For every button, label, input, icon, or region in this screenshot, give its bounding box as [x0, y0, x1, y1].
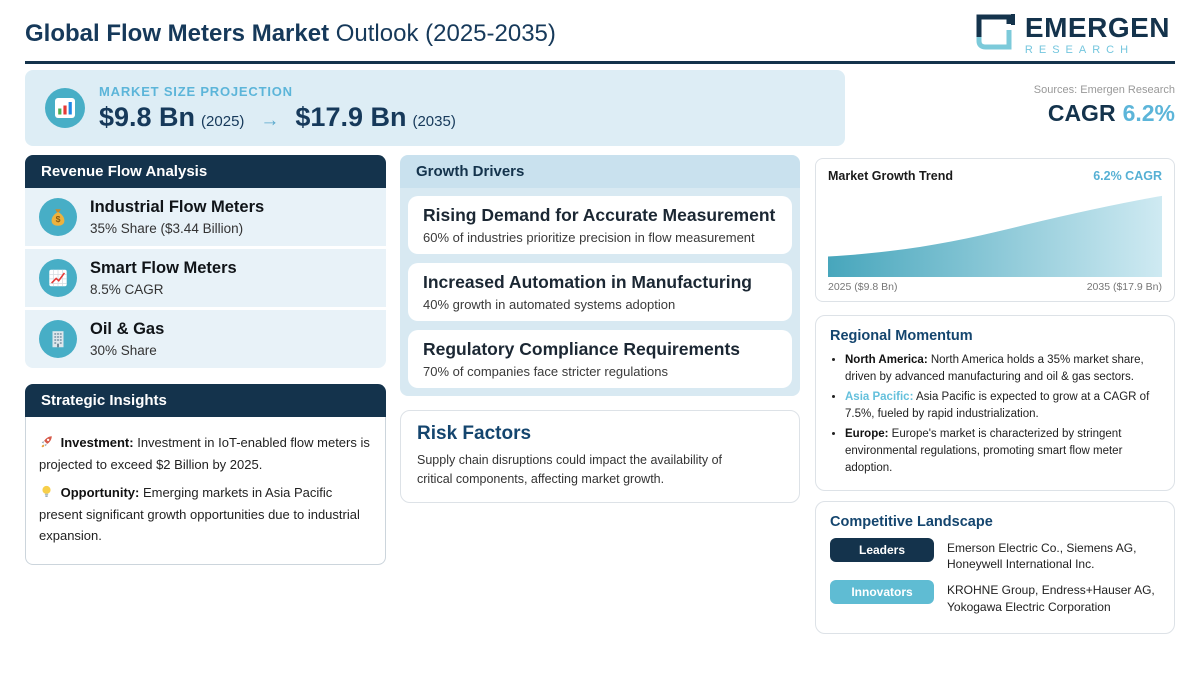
- logo-text: EMERGEN RESEARCH: [1024, 11, 1170, 56]
- emergen-research-logo: EMERGEN RESEARCH: [970, 8, 1170, 61]
- list-item: Investment: Investment in IoT-enabled fl…: [39, 433, 372, 475]
- insight-label: Investment:: [60, 435, 134, 450]
- insight-label: Opportunity:: [60, 485, 140, 501]
- risk-factors-text: Supply chain disruptions could impact th…: [417, 453, 723, 487]
- logo-subtitle: RESEARCH: [1024, 43, 1135, 56]
- trend-header: Market Growth Trend 6.2% CAGR: [828, 169, 1162, 183]
- regional-list: North America: North America holds a 35%…: [830, 352, 1160, 477]
- regional-momentum-card: Regional Momentum North America: North A…: [815, 315, 1175, 492]
- list-item: Europe: Europe's market is characterized…: [845, 426, 1160, 477]
- region-label: Europe:: [845, 428, 889, 441]
- market-size-banner: MARKET SIZE PROJECTION $9.8 Bn (2025) → …: [25, 70, 845, 146]
- revenue-item-subtitle: 8.5% CAGR: [90, 281, 164, 297]
- building-icon: [39, 320, 77, 358]
- list-item: North America: North America holds a 35%…: [845, 352, 1160, 386]
- trend-title: Market Growth Trend: [828, 169, 954, 183]
- arrow-right-icon: →: [260, 109, 280, 131]
- cagr-value: 6.2%: [1122, 100, 1175, 126]
- strategic-panel-header: Strategic Insights: [25, 384, 386, 417]
- revenue-item-text: Oil & Gas 30% Share: [90, 320, 164, 358]
- strategic-insights-panel: Strategic Insights Investment: Investmen…: [25, 384, 386, 565]
- svg-text:$: $: [56, 214, 61, 224]
- growth-driver-subtitle: 40% growth in automated systems adoption: [423, 297, 676, 312]
- page-title-main: Global Flow Meters Market: [25, 20, 330, 47]
- revenue-item-subtitle: 30% Share: [90, 342, 157, 358]
- list-item: Leaders Emerson Electric Co., Siemens AG…: [830, 538, 1160, 572]
- year-2035: (2035): [412, 112, 456, 130]
- leaders-badge: Leaders: [830, 538, 934, 563]
- list-item: Smart Flow Meters 8.5% CAGR: [25, 249, 386, 307]
- page-title-sub: Outlook (2025-2035): [329, 20, 556, 47]
- revenue-flow-analysis-panel: Revenue Flow Analysis $ Industrial Flow …: [25, 155, 386, 368]
- growth-driver-title: Regulatory Compliance Requirements: [423, 339, 741, 359]
- market-size-2035: $17.9 Bn: [295, 101, 407, 132]
- title-divider: [25, 61, 1175, 64]
- list-item: Regulatory Compliance Requirements 70% o…: [408, 330, 792, 388]
- revenue-panel-header: Revenue Flow Analysis: [25, 155, 386, 188]
- trend-axis-labels: 2025 ($9.8 Bn) 2035 ($17.9 Bn): [828, 281, 1162, 293]
- logo-name: EMERGEN: [1024, 11, 1170, 43]
- list-item: Oil & Gas 30% Share: [25, 310, 386, 368]
- year-2025: (2025): [201, 112, 245, 130]
- banner-text-block: MARKET SIZE PROJECTION $9.8 Bn (2025) → …: [99, 84, 456, 133]
- banner-side-stats: Sources: Emergen Research CAGR 6.2%: [1034, 84, 1175, 127]
- money-bag-icon: $: [39, 198, 77, 236]
- growth-driver-title: Increased Automation in Manufacturing: [423, 272, 752, 292]
- regional-momentum-title: Regional Momentum: [830, 328, 973, 344]
- line-chart-icon: [39, 259, 77, 297]
- rocket-icon: [39, 434, 54, 455]
- risk-factors-title: Risk Factors: [417, 423, 532, 444]
- list-item: Opportunity: Emerging markets in Asia Pa…: [39, 483, 372, 545]
- list-item: $ Industrial Flow Meters 35% Share ($3.4…: [25, 188, 386, 246]
- list-item: Rising Demand for Accurate Measurement 6…: [408, 196, 792, 254]
- strategic-panel-body: Investment: Investment in IoT-enabled fl…: [25, 417, 386, 565]
- growth-driver-subtitle: 60% of industries prioritize precision i…: [423, 230, 755, 245]
- growth-drivers-panel: Growth Drivers Rising Demand for Accurat…: [400, 155, 800, 396]
- trend-label-start: 2025 ($9.8 Bn): [828, 281, 898, 293]
- revenue-items: $ Industrial Flow Meters 35% Share ($3.4…: [25, 188, 386, 368]
- banner-label: MARKET SIZE PROJECTION: [99, 83, 293, 99]
- region-label: Asia Pacific:: [845, 391, 914, 404]
- list-item: Increased Automation in Manufacturing 40…: [408, 263, 792, 321]
- revenue-item-title: Industrial Flow Meters: [90, 198, 265, 217]
- region-label: North America:: [845, 354, 928, 366]
- trend-label-end: 2035 ($17.9 Bn): [1086, 281, 1162, 293]
- sources-note: Sources: Emergen Research: [1033, 84, 1175, 96]
- revenue-item-title: Oil & Gas: [90, 320, 165, 339]
- leaders-companies: Emerson Electric Co., Siemens AG, Honeyw…: [947, 541, 1137, 572]
- revenue-item-subtitle: 35% Share ($3.44 Billion): [90, 220, 244, 236]
- banner-values: $9.8 Bn (2025) → $17.9 Bn (2035): [99, 102, 456, 133]
- competitive-landscape-title: Competitive Landscape: [830, 514, 993, 531]
- area-chart: [828, 195, 1162, 277]
- innovators-badge: Innovators: [830, 580, 934, 605]
- growth-driver-title: Rising Demand for Accurate Measurement: [423, 205, 776, 225]
- cagr-line: CAGR 6.2%: [1034, 100, 1175, 127]
- trend-cagr-badge: 6.2% CAGR: [1093, 169, 1162, 183]
- bar-chart-icon: [45, 88, 85, 128]
- revenue-item-text: Smart Flow Meters 8.5% CAGR: [90, 259, 237, 297]
- growth-drivers-body: Rising Demand for Accurate Measurement 6…: [400, 188, 800, 396]
- bulb-icon: [39, 484, 54, 505]
- growth-driver-subtitle: 70% of companies face stricter regulatio…: [423, 364, 668, 379]
- revenue-item-text: Industrial Flow Meters 35% Share ($3.44 …: [90, 198, 264, 236]
- right-column: Market Growth Trend 6.2% CAGR 2025 ($9.8…: [815, 158, 1175, 634]
- emergen-square-logo-icon: [970, 8, 1016, 61]
- market-size-2025: $9.8 Bn: [99, 101, 196, 132]
- left-column: Revenue Flow Analysis $ Industrial Flow …: [25, 155, 386, 565]
- middle-column: Growth Drivers Rising Demand for Accurat…: [400, 155, 800, 503]
- list-item: Innovators KROHNE Group, Endress+Hauser …: [830, 580, 1160, 614]
- revenue-item-title: Smart Flow Meters: [90, 259, 237, 278]
- cagr-label: CAGR: [1047, 100, 1116, 126]
- risk-factors-card: Risk Factors Supply chain disruptions co…: [400, 410, 800, 503]
- innovators-companies: KROHNE Group, Endress+Hauser AG, Yokogaw…: [947, 583, 1155, 614]
- list-item: Asia Pacific: Asia Pacific is expected t…: [845, 389, 1160, 423]
- growth-drivers-header: Growth Drivers: [400, 155, 800, 188]
- market-growth-trend-card: Market Growth Trend 6.2% CAGR 2025 ($9.8…: [815, 158, 1175, 302]
- page-title: Global Flow Meters Market Outlook (2025-…: [25, 20, 556, 48]
- competitive-landscape-card: Competitive Landscape Leaders Emerson El…: [815, 501, 1175, 634]
